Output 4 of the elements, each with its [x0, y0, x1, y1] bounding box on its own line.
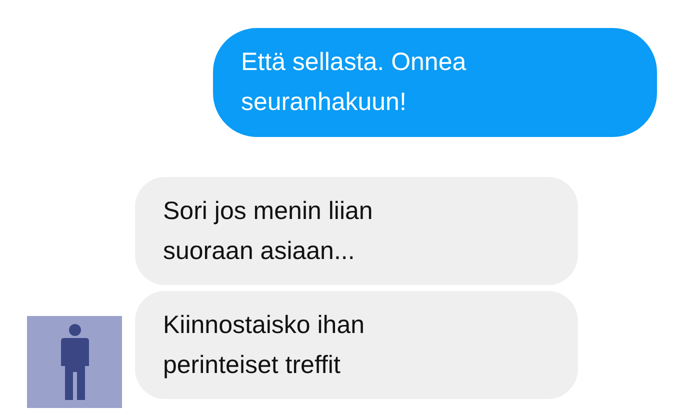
sent-message-bubble: Että sellasta. Onnea seuranhakuun!	[213, 28, 657, 137]
received-message-bubble: Sori jos menin liian suoraan asiaan...	[135, 177, 578, 285]
person-icon	[60, 324, 88, 400]
received-message-bubble: Kiinnostaisko ihan perinteiset treffit	[135, 291, 578, 399]
